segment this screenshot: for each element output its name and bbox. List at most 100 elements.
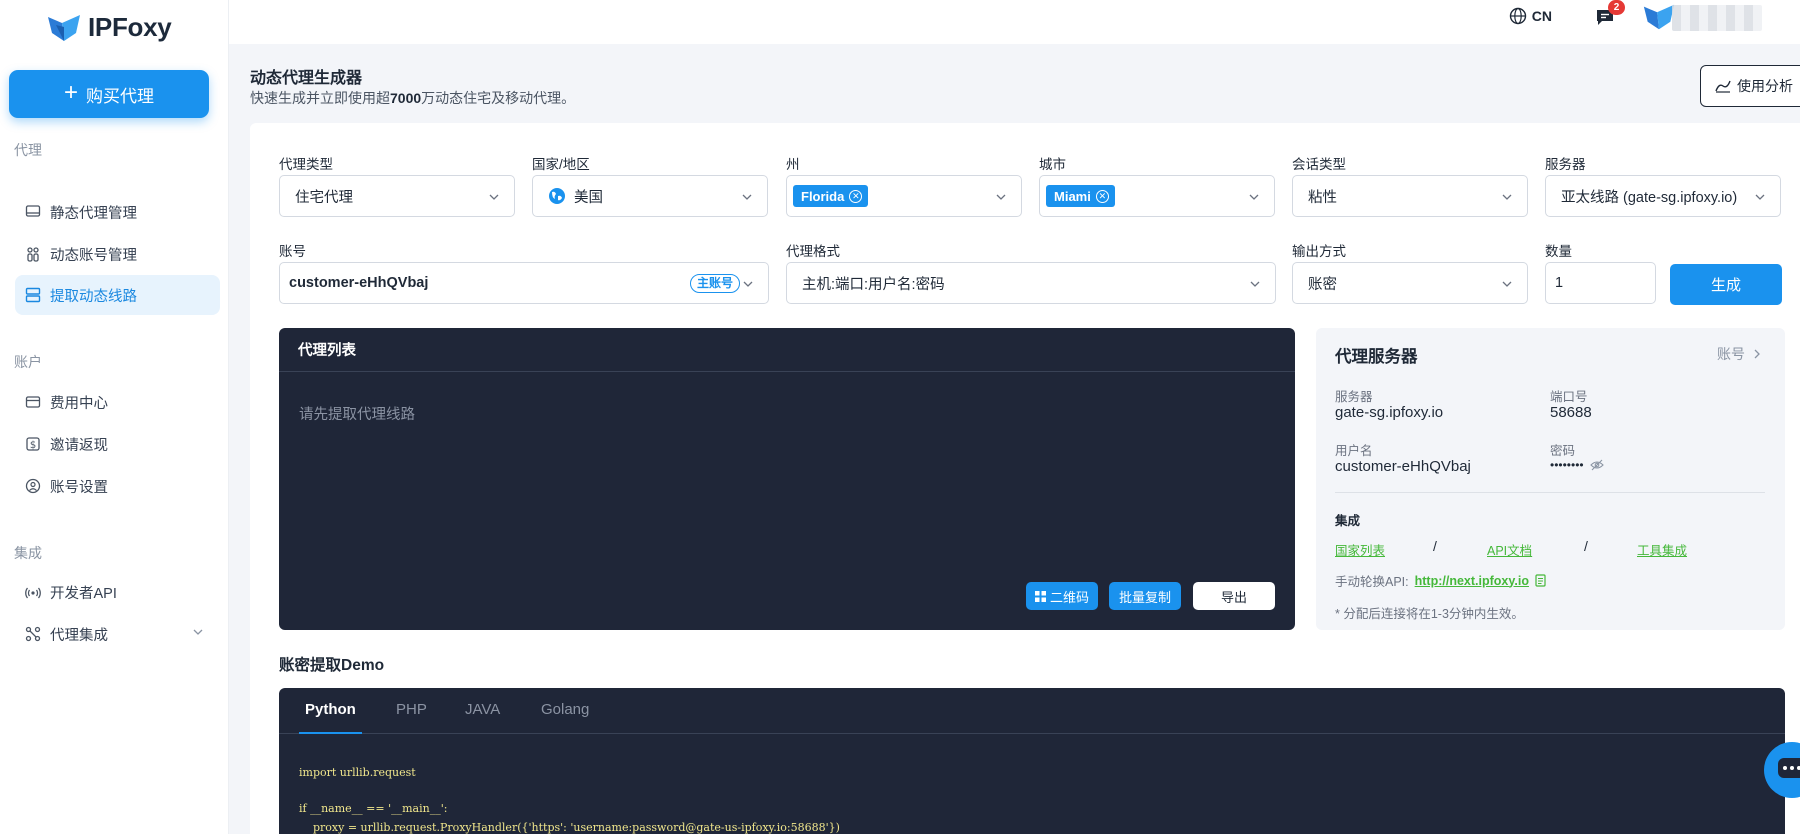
password-label: 密码 [1550, 444, 1576, 458]
messages-button[interactable]: 2 [1595, 0, 1625, 32]
monitor-icon [25, 205, 41, 217]
session-type-value: 粘性 [1308, 189, 1337, 206]
account-link[interactable]: 账号 [1717, 344, 1761, 364]
state-tag[interactable]: Florida ✕ [793, 185, 869, 207]
buy-proxy-label: 购买代理 [86, 86, 154, 106]
chevron-down-icon [742, 194, 752, 200]
sidebar-item-developer-api[interactable]: 开发者API [15, 572, 220, 612]
globe-icon [1509, 7, 1526, 25]
code-line: import urllib.request [299, 766, 416, 779]
proxy-list-empty: 请先提取代理线路 [299, 407, 415, 423]
sidebar-item-dynamic-account[interactable]: 动态账号管理 [15, 234, 220, 274]
proxy-type-select[interactable]: 住宅代理 [279, 175, 515, 217]
avatar[interactable] [1642, 2, 1676, 37]
code-line: proxy = urllib.request.ProxyHandler({'ht… [299, 821, 840, 834]
country-list-link[interactable]: 国家列表 [1335, 540, 1385, 559]
activation-note: * 分配后连接将在1-3分钟内生效。 [1335, 607, 1524, 621]
tab-golang[interactable]: Golang [541, 701, 589, 718]
eye-off-icon[interactable] [1589, 459, 1604, 471]
rotate-api-link[interactable]: http://next.ipfoxy.io [1415, 574, 1529, 588]
password-value: •••••••• [1550, 458, 1604, 472]
tab-java[interactable]: JAVA [465, 701, 500, 718]
logo[interactable]: IPFoxy [46, 12, 172, 43]
proxy-list-panel: 代理列表 请先提取代理线路 二维码 批量复制 导出 [279, 328, 1295, 630]
city-label: 城市 [1039, 157, 1066, 172]
port-value: 58688 [1550, 404, 1592, 421]
plus-icon: + [63, 79, 78, 106]
output-method-select[interactable]: 账密 [1292, 262, 1528, 304]
state-label: 州 [786, 157, 800, 172]
session-type-label: 会话类型 [1292, 157, 1346, 172]
proxy-server-title: 代理服务器 [1335, 348, 1418, 366]
quantity-input[interactable]: 1 [1545, 262, 1656, 304]
session-type-select[interactable]: 粘性 [1292, 175, 1528, 217]
main-account-badge: 主账号 [689, 274, 740, 293]
export-button[interactable]: 导出 [1193, 582, 1275, 610]
chevron-down-icon [489, 194, 499, 200]
sidebar-item-label: 代理集成 [50, 627, 108, 644]
account-value: customer-eHhQVbaj [289, 275, 429, 291]
sidebar-item-account-settings[interactable]: 账号设置 [15, 466, 220, 506]
section-integration: 集成 [14, 545, 42, 561]
username-blurred[interactable] [1672, 5, 1762, 31]
country-select[interactable]: 美国 [532, 175, 768, 217]
chevron-down-icon [1502, 194, 1512, 200]
sidebar-item-label: 开发者API [50, 585, 117, 602]
buy-proxy-button[interactable]: + 购买代理 [9, 70, 209, 118]
username-label: 用户名 [1335, 444, 1373, 458]
proxy-type-label: 代理类型 [279, 157, 333, 172]
port-label: 端口号 [1550, 390, 1588, 404]
language-code: CN [1531, 8, 1552, 24]
chevron-down-icon [1502, 281, 1512, 287]
sidebar-item-static-proxy[interactable]: 静态代理管理 [15, 192, 220, 232]
copy-icon[interactable] [1535, 574, 1546, 587]
city-select[interactable]: Miami ✕ [1039, 175, 1275, 217]
topbar: CN 2 [229, 0, 1800, 44]
city-tag[interactable]: Miami ✕ [1046, 185, 1115, 207]
page-title: 动态代理生成器 [250, 70, 363, 87]
section-account: 账户 [14, 354, 42, 370]
fox-avatar-icon [1643, 4, 1675, 30]
state-select[interactable]: Florida ✕ [786, 175, 1022, 217]
output-method-label: 输出方式 [1292, 244, 1346, 259]
api-docs-link[interactable]: API文档 [1487, 540, 1532, 559]
usage-analysis-button[interactable]: 使用分析 [1700, 65, 1800, 107]
username-value: customer-eHhQVbaj [1335, 458, 1471, 475]
server-select[interactable]: 亚太线路 (gate-sg.ipfoxy.io) [1545, 175, 1781, 217]
section-proxy: 代理 [14, 142, 42, 158]
chat-widget-button[interactable] [1764, 742, 1800, 798]
sidebar-item-invite[interactable]: $ 邀请返现 [15, 424, 220, 464]
wallet-icon [25, 396, 41, 408]
qr-code-button[interactable]: 二维码 [1026, 582, 1098, 610]
tool-integration-link[interactable]: 工具集成 [1637, 540, 1687, 559]
brand-name: IPFoxy [88, 12, 172, 42]
proxy-type-value: 住宅代理 [295, 189, 353, 206]
fox-logo-icon [48, 14, 80, 41]
sidebar-item-extract-dynamic[interactable]: 提取动态线路 [15, 275, 220, 315]
quantity-label: 数量 [1545, 244, 1572, 259]
generate-button[interactable]: 生成 [1670, 264, 1782, 305]
tab-php[interactable]: PHP [396, 701, 427, 718]
chevron-down-icon [1250, 281, 1260, 287]
sidebar-item-label: 费用中心 [50, 395, 108, 412]
sidebar-item-proxy-integration[interactable]: 代理集成 [15, 614, 220, 654]
proxy-list-title: 代理列表 [279, 328, 1295, 372]
code-demo-panel: Python PHP JAVA Golang import urllib.req… [279, 688, 1785, 834]
language-switcher[interactable]: CN [1509, 7, 1552, 25]
close-icon[interactable]: ✕ [849, 189, 863, 203]
usage-analysis-label: 使用分析 [1737, 78, 1793, 94]
account-select[interactable]: customer-eHhQVbaj 主账号 [279, 262, 769, 304]
close-icon[interactable]: ✕ [1095, 189, 1109, 203]
sidebar-item-label: 账号设置 [50, 479, 108, 496]
batch-copy-button[interactable]: 批量复制 [1109, 582, 1181, 610]
users-icon [27, 247, 39, 262]
tab-python[interactable]: Python [305, 701, 356, 718]
server-value: 亚太线路 (gate-sg.ipfoxy.io) [1561, 189, 1738, 206]
quantity-value: 1 [1555, 275, 1564, 291]
demo-tabs: Python PHP JAVA Golang [279, 688, 1785, 734]
chevron-down-icon [743, 281, 753, 287]
proxy-format-select[interactable]: 主机:端口:用户名:密码 [786, 262, 1276, 304]
sidebar-item-billing[interactable]: 费用中心 [15, 382, 220, 422]
server-stack-icon [25, 287, 41, 303]
code-line: if __name__ == '__main__': [299, 802, 448, 815]
